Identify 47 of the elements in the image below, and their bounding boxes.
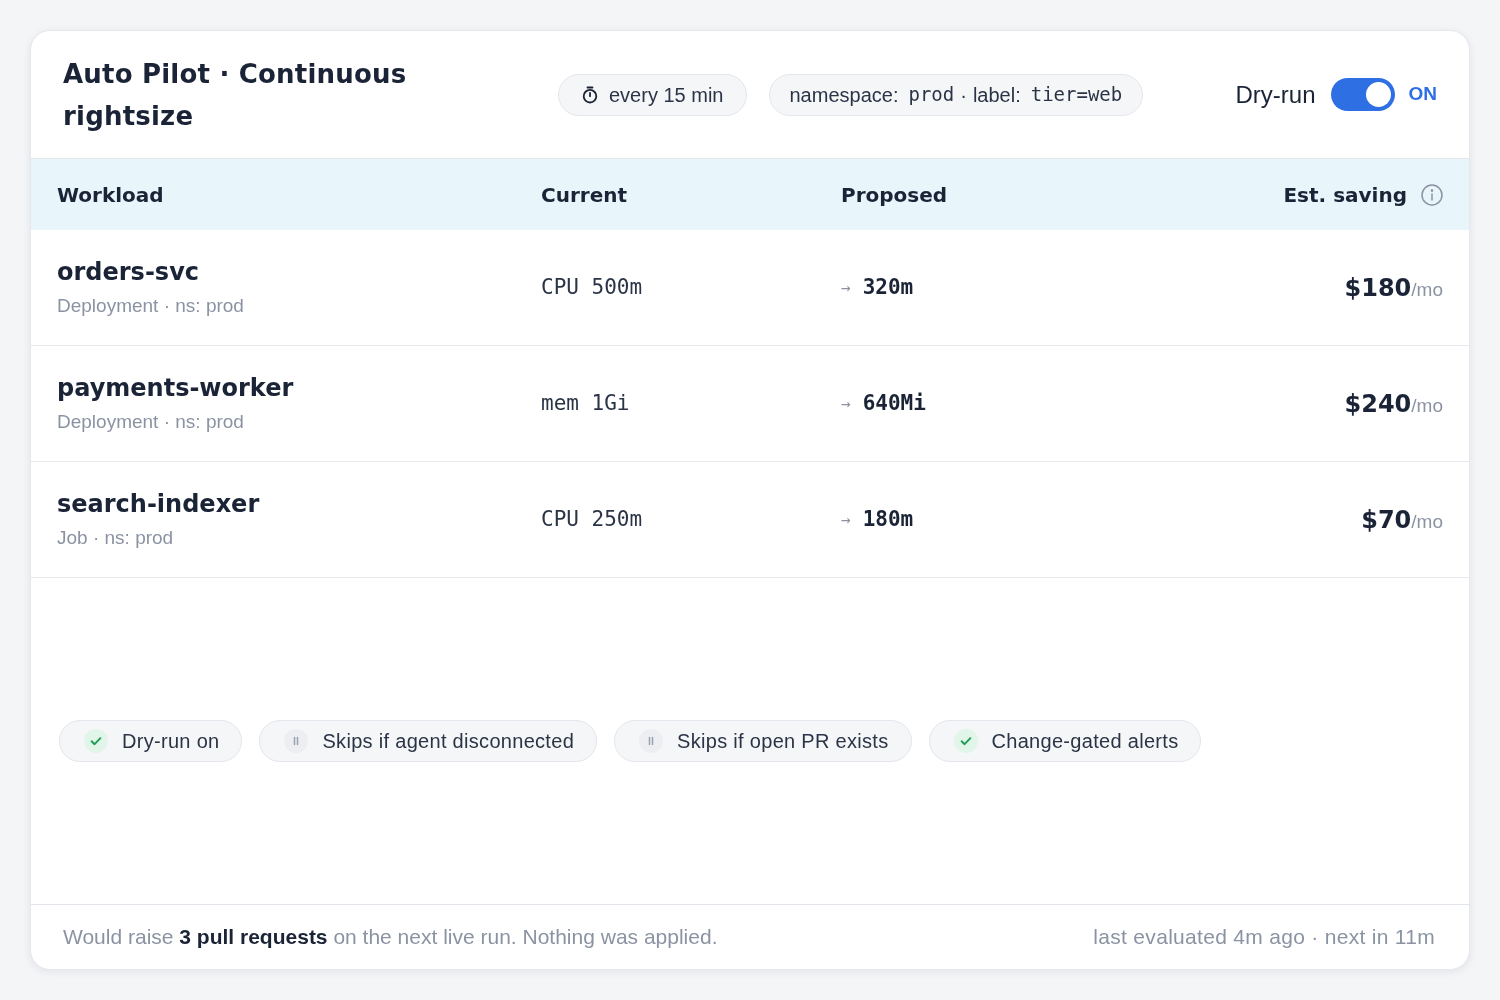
policy-label: Skips if agent disconnected: [322, 729, 575, 754]
filter-key: namespace:: [789, 79, 899, 110]
dry-run-label: Dry-run: [1235, 79, 1316, 110]
filter-value: tier=web: [1030, 82, 1123, 108]
switch-state-text: ON: [1408, 82, 1437, 107]
pause-icon: [639, 729, 664, 753]
timer-icon: [581, 85, 599, 104]
column-header: Current: [541, 181, 627, 209]
workload-name: payments-worker: [57, 373, 294, 404]
policy-label: Skips if open PR exists: [677, 729, 889, 754]
evaluation-status: last evaluated 4m ago · next in 11m: [1093, 924, 1435, 951]
summary-text: Would raise 3 pull requests on the next live run. Nothing was applied.: [63, 924, 718, 951]
dry-run-switch[interactable]: [1330, 78, 1395, 111]
policy-label: Change-gated alerts: [991, 729, 1179, 754]
saving-unit: /mo: [1411, 278, 1443, 302]
current-value: mem 1Gi: [541, 389, 630, 417]
proposed-value: 180m: [862, 505, 914, 533]
workload-meta: Deployment · ns: prod: [57, 410, 244, 434]
check-icon: [84, 729, 108, 753]
saving-amount: $180: [1344, 272, 1412, 304]
workload-meta: Job · ns: prod: [57, 526, 174, 550]
saving-unit: /mo: [1411, 394, 1443, 418]
workload-name: orders-svc: [57, 257, 200, 288]
filter-value: prod: [908, 82, 955, 108]
arrow-glyph: →: [841, 508, 851, 531]
info-icon: [1421, 183, 1443, 206]
current-value: CPU 250m: [541, 505, 643, 533]
filter-key: label:: [972, 79, 1021, 110]
proposed-value: 320m: [862, 273, 914, 301]
workload-name: search-indexer: [57, 489, 260, 520]
proposed-value: 640Mi: [862, 389, 926, 417]
column-header: Est. saving: [1283, 181, 1407, 209]
saving-amount: $240: [1344, 388, 1412, 420]
saving-unit: /mo: [1411, 510, 1443, 534]
check-icon: [953, 729, 978, 753]
policy-label: Dry-run on: [122, 729, 220, 754]
saving-amount: $70: [1361, 504, 1412, 536]
arrow-glyph: →: [841, 276, 851, 299]
current-value: CPU 500m: [541, 273, 643, 301]
arrow-glyph: →: [841, 392, 851, 415]
column-header: Workload: [57, 181, 164, 209]
filter-separator: ·: [960, 82, 967, 108]
schedule-text: every 15 min: [609, 82, 724, 108]
card-title: Auto Pilot · Continuous rightsize: [63, 57, 408, 133]
pause-icon: [284, 729, 309, 753]
column-header: Proposed: [841, 181, 948, 209]
workload-meta: Deployment · ns: prod: [57, 294, 244, 318]
